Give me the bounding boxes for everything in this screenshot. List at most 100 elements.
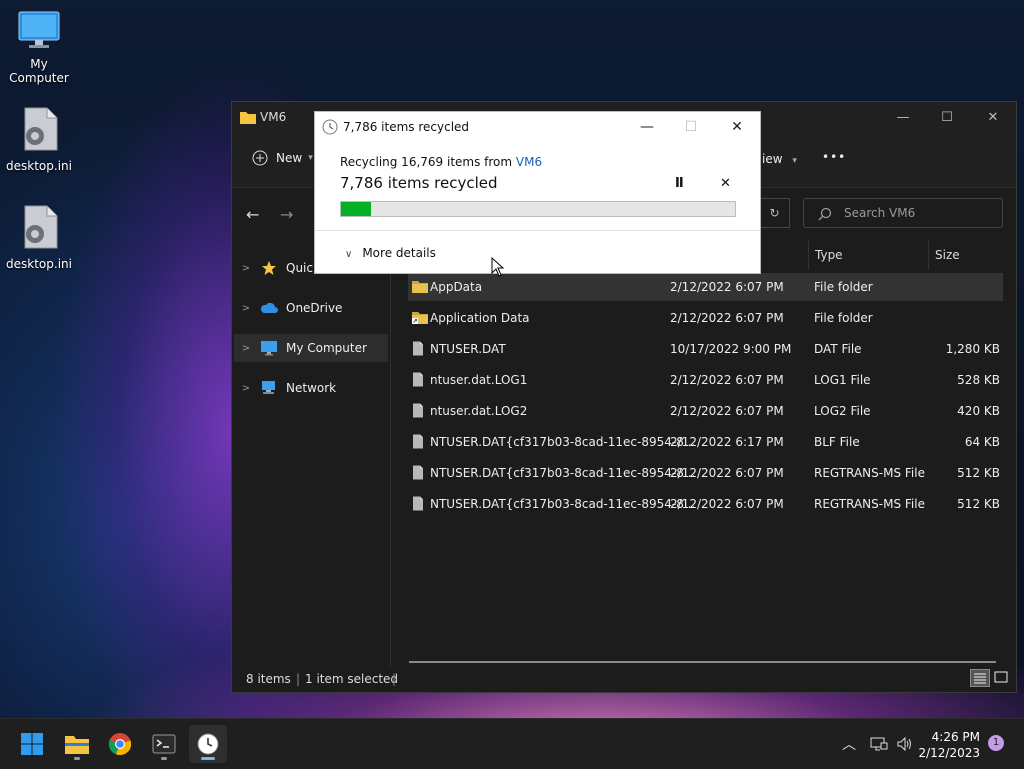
desktop-icon-desktop-ini-2[interactable]: desktop.ini (1, 204, 77, 271)
forward-arrow-icon[interactable]: → (280, 205, 293, 224)
thumbnail-view-icon (994, 671, 1008, 683)
file-row[interactable]: ntuser.dat.LOG1 2/12/2022 6:07 PM LOG1 Fil… (408, 366, 1003, 394)
item-count: 8 items (246, 672, 291, 686)
file-type: BLF File (814, 435, 860, 449)
horizontal-scrollbar[interactable] (409, 661, 996, 663)
clock-icon (322, 119, 338, 135)
folder-shortcut-icon (412, 310, 428, 327)
file-row[interactable]: NTUSER.DAT{cf317b03-8cad-11ec-8954-8... 2… (408, 459, 1003, 487)
file-size: 1,280 KB (945, 342, 1000, 356)
dialog-maximize-button: ☐ (684, 119, 698, 135)
file-row[interactable]: NTUSER.DAT 10/17/2022 9:00 PM DAT File 1,28… (408, 335, 1003, 363)
start-button[interactable] (13, 725, 51, 763)
refresh-button[interactable]: ↻ (760, 198, 790, 228)
dialog-separator (315, 230, 760, 231)
taskbar-chrome[interactable] (101, 725, 139, 763)
cancel-button[interactable]: ✕ (720, 176, 731, 191)
source-folder-link[interactable]: VM6 (516, 155, 542, 169)
file-date: 2/12/2022 6:07 PM (670, 404, 784, 418)
status-bar: 8 items | 1 item selected | (232, 666, 1016, 692)
file-type: LOG1 File (814, 373, 871, 387)
see-more-button[interactable]: ••• (822, 150, 846, 164)
notification-badge[interactable]: 1 (988, 735, 1004, 751)
thumbnail-view-button[interactable] (992, 669, 1012, 687)
file-row[interactable]: NTUSER.DAT{cf317b03-8cad-11ec-8954-8... 2… (408, 428, 1003, 456)
chevron-down-icon: ▾ (792, 156, 797, 166)
minimize-button[interactable]: — (880, 102, 926, 132)
desktop-icon-label: desktop.ini (6, 257, 72, 271)
file-row[interactable]: AppData 2/12/2022 6:07 PM File folder (408, 273, 1003, 301)
file-name: AppData (430, 280, 483, 294)
file-name: ntuser.dat.LOG2 (430, 404, 528, 418)
maximize-button[interactable]: ☐ (924, 102, 970, 132)
pause-button[interactable]: II (675, 176, 684, 191)
nav-label: Network (286, 381, 337, 395)
file-date: 2/12/2022 6:07 PM (670, 466, 784, 480)
file-type: REGTRANS-MS File (814, 466, 925, 480)
nav-item-onedrive[interactable]: > OneDrive (234, 294, 388, 322)
file-row[interactable]: ntuser.dat.LOG2 2/12/2022 6:07 PM LOG2 Fil… (408, 397, 1003, 425)
volume-icon[interactable] (896, 736, 914, 752)
taskbar-recycle-progress[interactable] (189, 725, 227, 763)
running-indicator (161, 757, 167, 760)
recycle-progress-dialog: 7,786 items recycled — ☐ ✕ Recycling 16,… (314, 111, 761, 274)
window-title: VM6 (260, 110, 287, 124)
close-button[interactable]: ✕ (970, 102, 1016, 132)
nav-label: My Computer (286, 341, 367, 355)
network-status-icon[interactable] (870, 736, 888, 752)
search-box[interactable]: Search VM6 (803, 198, 1003, 228)
taskbar-terminal[interactable] (145, 725, 183, 763)
monitor-icon (18, 11, 60, 48)
file-size: 512 KB (957, 497, 1000, 511)
file-date: 2/12/2022 6:07 PM (670, 280, 784, 294)
clock[interactable]: 4:26 PM 2/12/2023 (918, 729, 980, 761)
windows-logo-icon (21, 733, 43, 755)
new-label: New (276, 151, 303, 165)
status-divider: | (392, 672, 397, 686)
system-tray: ︿ (842, 719, 914, 769)
file-row[interactable]: NTUSER.DAT{cf317b03-8cad-11ec-8954-8... 2… (408, 490, 1003, 518)
selection-count: 1 item selected (305, 672, 399, 686)
file-row[interactable]: Application Data 2/12/2022 6:07 PM File fo… (408, 304, 1003, 332)
recycling-prefix: Recycling 16,769 items from (340, 155, 516, 169)
desktop-icon-desktop-ini[interactable]: desktop.ini (1, 106, 77, 173)
view-label: iew (762, 152, 783, 166)
desktop-icon-my-computer[interactable]: My Computer (1, 10, 77, 85)
back-arrow-icon[interactable]: ← (246, 205, 259, 224)
file-name: NTUSER.DAT (430, 342, 506, 356)
file-date: 2/12/2022 6:07 PM (670, 497, 784, 511)
details-view-button[interactable] (970, 669, 990, 687)
file-size: 64 KB (964, 435, 1000, 449)
file-date: 2/12/2022 6:17 PM (670, 435, 784, 449)
file-name: Application Data (430, 311, 530, 325)
column-header-size[interactable]: Size (928, 240, 1008, 270)
more-details-toggle[interactable]: ∨ More details (345, 246, 436, 260)
file-type: LOG2 File (814, 404, 871, 418)
clock-time: 4:26 PM (931, 730, 980, 744)
navigation-pane: > Quick > OneDrive > My Computer > Netwo… (232, 240, 391, 666)
view-button[interactable]: iew ▾ (762, 152, 797, 166)
taskbar-file-explorer[interactable] (58, 725, 96, 763)
file-type: REGTRANS-MS File (814, 497, 925, 511)
show-hidden-icons-chevron-icon[interactable]: ︿ (842, 734, 856, 754)
plus-circle-icon (252, 150, 268, 166)
file-date: 2/12/2022 6:07 PM (670, 311, 784, 325)
chevron-right-icon: > (241, 302, 251, 314)
cloud-icon (260, 302, 278, 313)
file-date: 10/17/2022 9:00 PM (670, 342, 792, 356)
file-type: DAT File (814, 342, 862, 356)
progress-headline: 7,786 items recycled (340, 174, 498, 192)
dialog-close-button[interactable]: ✕ (715, 114, 759, 140)
column-header-type[interactable]: Type (808, 240, 928, 270)
chevron-down-icon: ▾ (308, 153, 313, 163)
nav-item-network[interactable]: > Network (234, 374, 388, 402)
dialog-minimize-button[interactable]: — (625, 114, 669, 140)
new-button[interactable]: New ▾ (252, 150, 313, 166)
nav-item-my-computer[interactable]: > My Computer (234, 334, 388, 362)
search-icon (818, 207, 832, 221)
file-type: File folder (814, 311, 873, 325)
more-details-label: More details (362, 246, 436, 260)
file-icon (412, 434, 424, 452)
search-placeholder: Search VM6 (844, 206, 916, 220)
running-indicator (74, 757, 80, 760)
